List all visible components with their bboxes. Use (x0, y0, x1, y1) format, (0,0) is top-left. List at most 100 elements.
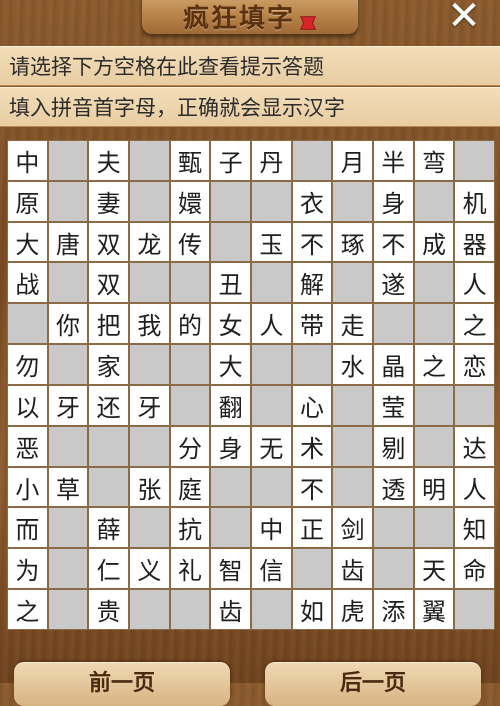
grid-cell-empty[interactable] (292, 549, 332, 589)
game-title: 疯狂填字 (182, 4, 295, 34)
grid-cell-empty[interactable] (48, 181, 88, 221)
grid-cell-filled: 子 (211, 141, 250, 180)
grid-cell-empty[interactable] (292, 345, 332, 384)
grid-cell-empty[interactable] (170, 345, 210, 384)
grid-cell-filled: 正 (292, 508, 332, 548)
grid-cell-filled: 以 (8, 385, 47, 425)
grid-cell-filled: 庭 (170, 467, 210, 507)
grid-cell-filled: 不 (374, 222, 413, 262)
grid-cell-empty[interactable] (292, 141, 332, 180)
grid-cell-filled: 智 (211, 549, 250, 589)
grid-cell-empty[interactable] (333, 426, 372, 466)
grid-cell-empty[interactable] (130, 345, 169, 384)
grid-cell-filled: 晶 (374, 345, 413, 384)
grid-cell-empty[interactable] (130, 263, 169, 303)
grid-cell-empty[interactable] (455, 385, 494, 425)
grid-cell-filled: 机 (455, 181, 494, 221)
grid-cell-empty[interactable] (333, 385, 372, 425)
grid-cell-empty[interactable] (455, 141, 494, 180)
grid-cell-filled: 剑 (333, 508, 372, 548)
grid-cell-empty[interactable] (48, 141, 88, 180)
grid-cell-empty[interactable] (211, 222, 250, 262)
grid-cell-empty[interactable] (48, 426, 88, 466)
grid-cell-empty[interactable] (414, 304, 454, 344)
grid-cell-empty[interactable] (211, 467, 250, 507)
prev-page-button[interactable]: 前一页 (14, 662, 230, 706)
grid-cell-filled: 琢 (333, 222, 372, 262)
grid-cell-empty[interactable] (48, 508, 88, 548)
grid-cell-empty[interactable] (333, 467, 372, 507)
grid-cell-empty[interactable] (252, 181, 291, 221)
grid-cell-filled: 贵 (89, 590, 128, 629)
grid-cell-empty[interactable] (455, 590, 494, 629)
grid-cell-filled: 的 (170, 304, 210, 344)
grid-cell-empty[interactable] (170, 263, 210, 303)
grid-cell-empty[interactable] (211, 508, 250, 548)
grid-cell-empty[interactable] (333, 181, 372, 221)
grid-cell-filled: 术 (292, 426, 332, 466)
grid-cell-empty[interactable] (130, 426, 169, 466)
grid-cell-empty[interactable] (252, 263, 291, 303)
grid-cell-empty[interactable] (374, 549, 413, 589)
grid-cell-empty[interactable] (130, 508, 169, 548)
grid-cell-filled: 牙 (48, 385, 88, 425)
grid-cell-empty[interactable] (89, 467, 128, 507)
grid-cell-empty[interactable] (130, 141, 169, 180)
grid-cell-empty[interactable] (48, 590, 88, 629)
grid-cell-filled: 还 (89, 385, 128, 425)
grid-cell-filled: 薛 (89, 508, 128, 548)
next-page-button[interactable]: 后一页 (265, 662, 481, 706)
grid-cell-empty[interactable] (414, 508, 454, 548)
grid-cell-empty[interactable] (414, 426, 454, 466)
grid-cell-filled: 中 (8, 141, 47, 180)
grid-cell-empty[interactable] (170, 590, 210, 629)
grid-cell-empty[interactable] (8, 304, 47, 344)
grid-cell-filled: 身 (211, 426, 250, 466)
grid-cell-empty[interactable] (211, 181, 250, 221)
grid-cell-filled: 中 (252, 508, 291, 548)
grid-cell-filled: 而 (8, 508, 47, 548)
grid-cell-empty[interactable] (374, 304, 413, 344)
grid-cell-empty[interactable] (48, 345, 88, 384)
grid-cell-filled: 知 (455, 508, 494, 548)
grid-cell-filled: 添 (374, 590, 413, 629)
grid-cell-empty[interactable] (130, 590, 169, 629)
grid-cell-empty[interactable] (414, 385, 454, 425)
grid-cell-filled: 器 (455, 222, 494, 262)
grid-cell-filled: 人 (252, 304, 291, 344)
grid-cell-filled: 你 (48, 304, 88, 344)
grid-cell-empty[interactable] (252, 467, 291, 507)
grid-cell-filled: 达 (455, 426, 494, 466)
grid-cell-filled: 妻 (89, 181, 128, 221)
grid-cell-filled: 信 (252, 549, 291, 589)
grid-cell-filled: 传 (170, 222, 210, 262)
grid-cell-filled: 之 (8, 590, 47, 629)
grid-cell-empty[interactable] (414, 263, 454, 303)
hint-line-1: 请选择下方空格在此查看提示答题 (0, 46, 500, 86)
grid-cell-empty[interactable] (252, 345, 291, 384)
grid-cell-empty[interactable] (252, 590, 291, 629)
crossword-grid: 中夫甄子丹月半弯原妻嬛衣身机大唐双龙传玉不琢不成器战双丑解遂人你把我的女人带走之… (7, 140, 495, 630)
grid-cell-empty[interactable] (333, 263, 372, 303)
grid-cell-filled: 甄 (170, 141, 210, 180)
title-plaque: 疯狂填字 (142, 0, 358, 34)
grid-cell-filled: 人 (455, 467, 494, 507)
grid-cell-empty[interactable] (48, 263, 88, 303)
grid-cell-empty[interactable] (170, 385, 210, 425)
grid-cell-filled: 把 (89, 304, 128, 344)
grid-cell-empty[interactable] (252, 385, 291, 425)
grid-cell-empty[interactable] (89, 426, 128, 466)
grid-cell-empty[interactable] (48, 549, 88, 589)
ribbon-icon (300, 15, 316, 30)
grid-cell-filled: 仁 (89, 549, 128, 589)
grid-cell-filled: 不 (292, 222, 332, 262)
grid-cell-filled: 双 (89, 263, 128, 303)
grid-cell-empty[interactable] (414, 181, 454, 221)
grid-cell-filled: 翻 (211, 385, 250, 425)
close-button[interactable]: ✕ (440, 0, 488, 36)
grid-cell-empty[interactable] (374, 508, 413, 548)
top-bar: 疯狂填字 ✕ (0, 0, 500, 44)
grid-cell-empty[interactable] (130, 181, 169, 221)
grid-cell-filled: 原 (8, 181, 47, 221)
grid-cell-filled: 礼 (170, 549, 210, 589)
